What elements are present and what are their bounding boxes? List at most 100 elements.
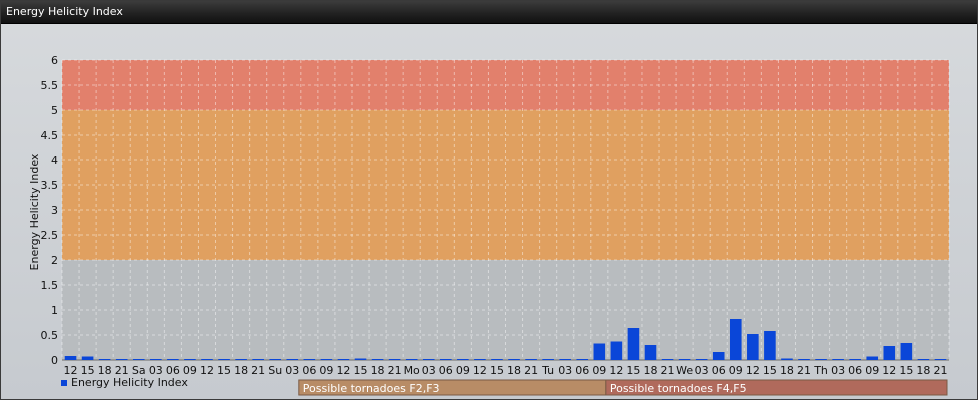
bar <box>457 359 469 360</box>
bar <box>491 359 503 360</box>
bar <box>64 356 77 360</box>
x-tick-label: 12 <box>336 364 350 377</box>
bar <box>917 359 930 360</box>
x-tick-label: 03 <box>422 364 436 377</box>
x-tick-label: 21 <box>524 364 538 377</box>
x-tick-label: We <box>676 364 693 377</box>
x-tick-label: 12 <box>609 364 623 377</box>
x-tick-labels: 12 15 18 21 Sa 03 06 09 12 15 18 21 Su 03 06 09 12 15 18 21… <box>64 364 948 377</box>
bar <box>576 359 589 360</box>
bar <box>900 343 913 360</box>
bar <box>866 356 879 360</box>
x-tick-label: 21 <box>933 364 947 377</box>
y-tick-label: 2.5 <box>41 229 59 242</box>
chart-widget: Energy Helicity Index 0 0.5 1 1.5 2 2.5 3 3.5 4 4… <box>0 0 978 400</box>
bar <box>337 359 350 360</box>
x-tick-label: 21 <box>388 364 402 377</box>
energy-helicity-chart: 0 0.5 1 1.5 2 2.5 3 3.5 4 4.5 5 5.5 6 12 15 18 21 Sa 03 06… <box>28 54 950 396</box>
bar <box>235 359 247 360</box>
bar <box>150 359 162 360</box>
bar <box>286 359 299 360</box>
x-tick-label: 03 <box>558 364 572 377</box>
bar <box>525 359 537 360</box>
y-tick-labels: 0 0.5 1 1.5 2 2.5 3 3.5 4 4.5 5 5.5 6 <box>41 54 59 367</box>
y-tick-label: 0.5 <box>41 329 59 342</box>
bar <box>593 343 606 360</box>
x-tick-label: 12 <box>200 364 214 377</box>
x-tick-label: 06 <box>575 364 589 377</box>
y-tick-label: 4 <box>51 154 58 167</box>
bar <box>729 319 742 360</box>
x-tick-label: 15 <box>354 364 368 377</box>
x-tick-label: 09 <box>319 364 333 377</box>
x-tick-label: 21 <box>251 364 265 377</box>
bar <box>661 359 674 360</box>
bar <box>849 359 861 360</box>
bar <box>815 359 827 360</box>
x-tick-label: Mo <box>404 364 420 377</box>
legend[interactable]: Energy Helicity Index <box>61 376 188 389</box>
x-tick-label: 18 <box>371 364 385 377</box>
bar <box>320 359 333 360</box>
bar <box>712 352 725 360</box>
bar <box>781 358 793 360</box>
bar <box>678 359 691 360</box>
x-tick-label: 21 <box>797 364 811 377</box>
bar <box>132 359 145 360</box>
y-tick-label: 4.5 <box>41 129 59 142</box>
x-tick-label: 09 <box>729 364 743 377</box>
legend-label: Energy Helicity Index <box>71 376 188 389</box>
y-tick-label: 2 <box>51 254 58 267</box>
x-tick-label: 09 <box>456 364 470 377</box>
bar <box>252 359 264 360</box>
y-tick-label: 1 <box>51 304 58 317</box>
bar <box>201 359 213 360</box>
x-tick-label: Tu <box>541 364 554 377</box>
y-tick-label: 1.5 <box>41 279 59 292</box>
annotation-label-0: Possible tornadoes F2,F3 <box>303 382 440 395</box>
bar <box>184 359 196 360</box>
bar <box>81 356 94 360</box>
bar <box>542 359 554 360</box>
bar <box>610 341 623 360</box>
y-tick-label: 3.5 <box>41 179 59 192</box>
x-tick-label: 15 <box>217 364 231 377</box>
annotations: Possible tornadoes F2,F3 Possible tornado… <box>298 379 948 396</box>
x-tick-label: 06 <box>302 364 316 377</box>
bar <box>405 359 418 360</box>
x-tick-label: 09 <box>592 364 606 377</box>
x-tick-label: 06 <box>848 364 862 377</box>
annotation-label-1: Possible tornadoes F4,F5 <box>610 382 747 395</box>
x-tick-label: 12 <box>746 364 760 377</box>
x-tick-label: 15 <box>626 364 640 377</box>
y-tick-label: 5.5 <box>41 79 59 92</box>
x-tick-label: 18 <box>507 364 521 377</box>
x-tick-label: 03 <box>695 364 709 377</box>
bar <box>474 359 486 360</box>
x-tick-label: 18 <box>916 364 930 377</box>
x-tick-label: 03 <box>831 364 845 377</box>
x-tick-label: Su <box>268 364 282 377</box>
bar <box>644 345 657 360</box>
bar <box>508 359 520 360</box>
bar <box>439 359 452 360</box>
x-tick-label: 15 <box>899 364 913 377</box>
bar <box>115 359 128 360</box>
bar <box>627 328 640 360</box>
x-tick-label: 12 <box>882 364 896 377</box>
bar <box>422 359 435 360</box>
bar <box>98 359 111 360</box>
y-axis-label: Energy Helicity Index <box>28 153 41 270</box>
bar <box>695 359 708 360</box>
y-tick-label: 0 <box>51 354 58 367</box>
x-tick-label: 03 <box>285 364 299 377</box>
bar <box>559 359 572 360</box>
bar <box>371 359 384 360</box>
y-tick-label: 3 <box>51 204 58 217</box>
bar <box>764 331 776 360</box>
x-tick-label: 06 <box>712 364 726 377</box>
x-tick-label: Th <box>813 364 828 377</box>
bar <box>388 359 401 360</box>
x-tick-label: 18 <box>643 364 657 377</box>
x-tick-label: 09 <box>865 364 879 377</box>
